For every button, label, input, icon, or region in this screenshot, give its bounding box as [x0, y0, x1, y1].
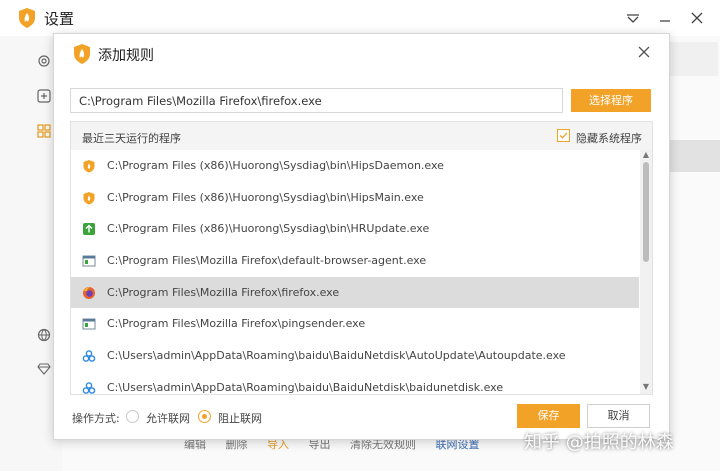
program-row[interactable]: C:\Program Files (x86)\Huorong\Sysdiag\b…: [71, 150, 639, 182]
program-row[interactable]: C:\Program Files\Mozilla Firefox\default…: [71, 245, 639, 277]
firefox-icon: [83, 286, 95, 299]
hide-system-checkbox[interactable]: [557, 129, 570, 142]
program-row[interactable]: C:\Program Files (x86)\Huorong\Sysdiag\b…: [71, 213, 639, 245]
program-path: C:\Program Files\Mozilla Firefox\firefox…: [107, 285, 340, 299]
window-app-icon: [82, 318, 96, 330]
cancel-button[interactable]: 取消: [587, 404, 650, 428]
block-network-radio[interactable]: [198, 410, 211, 423]
add-rule-dialog: 添加规则 选择程序 最近三天运行的程序 隐藏系统程序 C:\Program Fi…: [53, 33, 670, 440]
baidu-netdisk-icon: [82, 350, 96, 362]
allow-network-label[interactable]: 允许联网: [146, 410, 190, 426]
close-window-icon[interactable]: [686, 8, 708, 28]
program-row[interactable]: C:\Program Files\Mozilla Firefox\pingsen…: [71, 308, 639, 340]
dialog-title: 添加规则: [98, 48, 154, 64]
program-path: C:\Program Files (x86)\Huorong\Sysdiag\b…: [107, 222, 430, 236]
apps-grid-icon[interactable]: [37, 124, 51, 138]
recent-programs-list: 最近三天运行的程序 隐藏系统程序 C:\Program Files (x86)\…: [70, 121, 653, 395]
save-button[interactable]: 保存: [517, 404, 580, 428]
scroll-thumb[interactable]: [643, 162, 649, 262]
allow-network-radio[interactable]: [126, 410, 139, 423]
recent-programs-label: 最近三天运行的程序: [82, 132, 181, 145]
huorong-shield-icon: [83, 191, 95, 205]
background-panel: [670, 42, 718, 76]
program-path: C:\Program Files (x86)\Huorong\Sysdiag\b…: [107, 190, 424, 204]
select-program-button[interactable]: 选择程序: [571, 89, 651, 112]
close-icon[interactable]: [636, 44, 652, 60]
program-path: C:\Program Files (x86)\Huorong\Sysdiag\b…: [107, 159, 444, 172]
program-rows: C:\Program Files (x86)\Huorong\Sysdiag\b…: [71, 150, 639, 394]
main-titlebar: 设置: [0, 0, 720, 36]
program-path: C:\Program Files\Mozilla Firefox\pingsen…: [107, 317, 366, 331]
program-path-input[interactable]: [70, 88, 563, 113]
add-square-icon[interactable]: [37, 89, 51, 103]
diamond-icon[interactable]: [37, 362, 51, 376]
background-selected-row: [670, 140, 720, 172]
program-row[interactable]: C:\Program Files (x86)\Huorong\Sysdiag\b…: [71, 182, 639, 214]
scroll-up-icon[interactable]: ▲: [641, 150, 651, 160]
operation-label: 操作方式:: [72, 412, 120, 425]
window-app-icon: [82, 255, 96, 267]
watermark-text: 知乎 @拍照的林森: [524, 432, 674, 453]
program-row-selected[interactable]: C:\Program Files\Mozilla Firefox\firefox…: [71, 276, 639, 309]
list-scrollbar[interactable]: ▲ ▼: [640, 150, 652, 394]
globe-icon[interactable]: [37, 328, 51, 342]
hide-system-label: 隐藏系统程序: [576, 132, 642, 145]
program-path: C:\Users\admin\AppData\Roaming\baidu\Bai…: [107, 349, 566, 363]
program-row[interactable]: C:\Users\admin\AppData\Roaming\baidu\Bai…: [71, 340, 639, 372]
update-icon: [83, 223, 95, 236]
baidu-netdisk-icon: [82, 382, 96, 394]
main-window-title: 设置: [44, 10, 75, 28]
list-header: 最近三天运行的程序 隐藏系统程序: [71, 122, 652, 150]
program-path: C:\Program Files\Mozilla Firefox\default…: [107, 254, 427, 268]
huorong-logo-icon: [19, 8, 35, 28]
scroll-down-icon[interactable]: ▼: [641, 382, 651, 392]
menu-dropdown-icon[interactable]: [622, 8, 644, 28]
huorong-logo-icon: [74, 44, 90, 64]
block-network-label[interactable]: 阻止联网: [218, 410, 262, 426]
minimize-icon[interactable]: [654, 8, 676, 28]
huorong-shield-icon: [83, 160, 95, 173]
program-path: C:\Users\admin\AppData\Roaming\baidu\Bai…: [107, 380, 504, 394]
settings-icon[interactable]: [37, 54, 51, 68]
program-row[interactable]: C:\Users\admin\AppData\Roaming\baidu\Bai…: [71, 372, 639, 394]
